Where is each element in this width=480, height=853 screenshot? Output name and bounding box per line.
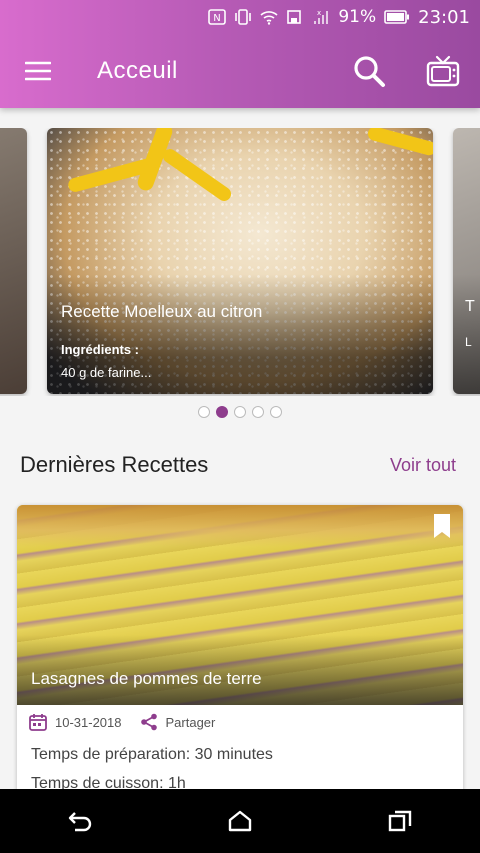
section-title: Dernières Recettes (20, 452, 209, 477)
ingredients-value: 40 g de farine... (61, 365, 152, 380)
toolbar: Acceuil (0, 34, 480, 108)
carousel-dot[interactable] (270, 406, 282, 418)
save-mode-icon (287, 10, 302, 24)
menu-button[interactable] (0, 34, 75, 108)
nfc-icon: N (208, 9, 227, 25)
next-card-ingredients: L (465, 335, 472, 349)
recipe-card[interactable]: Lasagnes de pommes de terre 10-31-2018 P… (17, 505, 463, 805)
menu-icon (24, 61, 51, 81)
tv-icon (426, 55, 460, 87)
share-label[interactable]: Partager (166, 715, 216, 730)
signal-icon: x (314, 9, 329, 24)
svg-text:N: N (214, 13, 221, 24)
recents-icon (388, 810, 412, 832)
carousel-card-featured[interactable]: Recette Moelleux au citron Ingrédients :… (47, 128, 433, 394)
next-card-title: T (465, 298, 475, 315)
carousel-dot[interactable] (198, 406, 210, 418)
search-button[interactable] (332, 34, 406, 108)
recipe-date: 10-31-2018 (55, 714, 122, 730)
see-all-link[interactable]: Voir tout (390, 455, 456, 476)
featured-carousel[interactable]: Recette Moelleux au citron Ingrédients :… (0, 128, 480, 396)
recipe-title: Lasagnes de pommes de terre (31, 669, 262, 688)
carousel-dot-active[interactable] (216, 406, 228, 418)
status-bar: N x 91% 23:01 (0, 0, 480, 34)
app-header: N x 91% 23:01 Acceuil (0, 0, 480, 108)
back-button[interactable] (45, 789, 115, 853)
clock: 23:01 (418, 6, 470, 28)
recipe-meta: 10-31-2018 Partager (29, 713, 215, 731)
carousel-card-next[interactable]: T L (453, 128, 480, 394)
svg-text:x: x (317, 9, 321, 17)
carousel-dot[interactable] (252, 406, 264, 418)
share-icon[interactable] (140, 713, 158, 731)
search-icon (354, 56, 385, 87)
back-icon (68, 812, 92, 832)
carousel-indicator (0, 406, 480, 418)
ingredients-label: Ingrédients : (61, 342, 140, 357)
battery-percent: 91% (338, 7, 377, 27)
recents-button[interactable] (365, 789, 435, 853)
battery-icon (384, 10, 410, 24)
prep-time: Temps de préparation: 30 minutes (31, 746, 273, 763)
bookmark-icon[interactable] (433, 513, 451, 539)
wifi-icon (260, 11, 278, 25)
home-icon (228, 810, 252, 832)
carousel-card-prev[interactable] (0, 128, 27, 394)
carousel-dot[interactable] (234, 406, 246, 418)
tv-button[interactable] (406, 34, 480, 108)
system-nav-bar (0, 789, 480, 853)
calendar-icon (29, 714, 47, 731)
page-title: Acceuil (97, 57, 178, 84)
home-button[interactable] (205, 789, 275, 853)
vibrate-icon (235, 9, 252, 25)
featured-title: Recette Moelleux au citron (61, 302, 263, 321)
latest-recipes-header: Dernières Recettes Voir tout (20, 452, 456, 478)
recipe-image-crust (17, 505, 463, 547)
